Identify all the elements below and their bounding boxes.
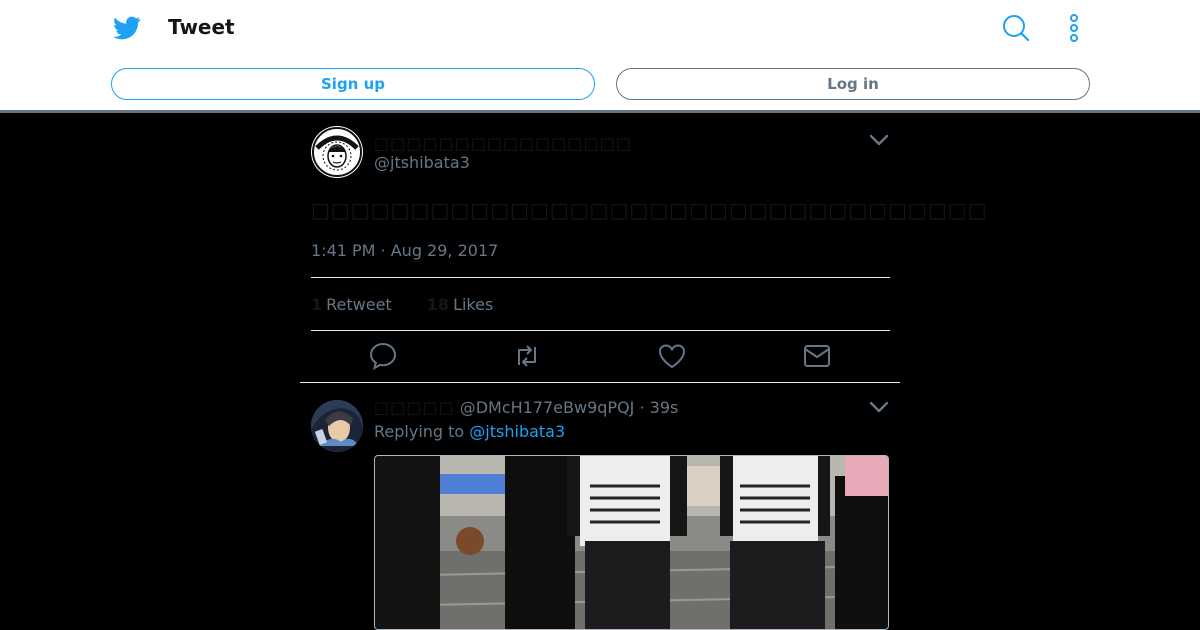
tweet-timestamp[interactable]: 1:41 PM · Aug 29, 2017 <box>311 241 498 260</box>
reply-age[interactable]: · 39s <box>639 398 678 417</box>
sign-up-button[interactable]: Sign up <box>111 68 595 100</box>
reply-author-handle[interactable]: @DMcH177eBw9qPQJ <box>460 398 635 417</box>
chevron-down-icon[interactable] <box>868 132 890 148</box>
reply-icon[interactable] <box>368 341 398 371</box>
log-in-button[interactable]: Log in <box>616 68 1090 100</box>
divider <box>311 277 890 278</box>
replying-to-line: Replying to @jtshibata3 <box>374 422 565 441</box>
author-handle[interactable]: @jtshibata3 <box>374 153 470 172</box>
retweet-stat[interactable]: 1 Retweet <box>311 295 392 314</box>
chevron-down-icon[interactable] <box>868 399 890 415</box>
author-display-name[interactable]: □□□□□□□□□□□□□□□□ <box>374 134 632 153</box>
reply-header: □□□□□ @DMcH177eBw9qPQJ · 39s <box>374 398 678 417</box>
divider <box>300 382 900 383</box>
twitter-bird-icon[interactable] <box>113 14 141 42</box>
retweet-icon[interactable] <box>512 341 542 371</box>
more-options-icon[interactable] <box>1060 12 1088 44</box>
tweet-actions <box>300 341 900 375</box>
page-title: Tweet <box>168 15 235 39</box>
direct-message-icon[interactable] <box>802 341 832 371</box>
reply-author-display-name[interactable]: □□□□□ <box>374 398 455 417</box>
top-bar: Tweet Sign up Log in <box>0 0 1200 113</box>
reply-author-avatar[interactable] <box>311 400 363 452</box>
like-heart-icon[interactable] <box>657 341 687 371</box>
search-icon[interactable] <box>1000 12 1032 44</box>
author-avatar[interactable] <box>311 126 363 178</box>
tweet-detail: □□□□□□□□□□□□□□□□ @jtshibata3 □□□□□□□□□□□… <box>300 116 986 630</box>
replying-to-prefix: Replying to <box>374 422 465 441</box>
like-stat-label: Likes <box>453 295 494 314</box>
like-stat[interactable]: 18 Likes <box>427 295 494 314</box>
divider <box>311 330 890 331</box>
like-count: 18 <box>426 295 450 314</box>
tweet-stats: 1 Retweet 18 Likes <box>311 295 523 314</box>
retweet-count: 1 <box>311 295 323 314</box>
reply-photo[interactable] <box>374 455 889 630</box>
tweet-text: □□□□□□□□□□□□□□□□□□□□□□□□□□□□□□□□□□ <box>311 198 988 222</box>
retweet-stat-label: Retweet <box>326 295 392 314</box>
replying-to-link[interactable]: @jtshibata3 <box>469 422 565 441</box>
